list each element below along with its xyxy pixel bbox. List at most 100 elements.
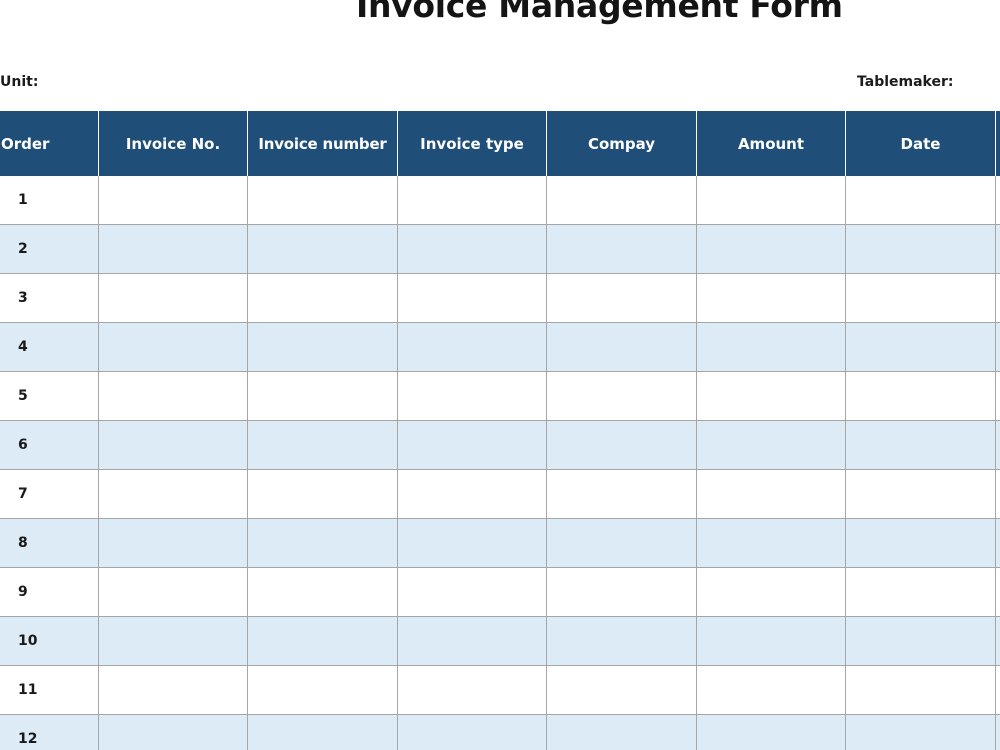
table-cell[interactable] (99, 617, 248, 666)
table-cell[interactable] (398, 617, 547, 666)
table-cell[interactable] (99, 519, 248, 568)
table-cell[interactable] (99, 470, 248, 519)
table-cell[interactable] (996, 568, 1000, 617)
table-cell[interactable] (697, 225, 846, 274)
table-cell[interactable] (846, 421, 996, 470)
table-cell[interactable] (99, 225, 248, 274)
table-cell[interactable] (248, 372, 398, 421)
table-cell[interactable] (547, 274, 697, 323)
table-row: 11 (0, 666, 1000, 715)
table-cell[interactable] (99, 372, 248, 421)
table-cell[interactable] (248, 225, 398, 274)
table-cell[interactable] (398, 470, 547, 519)
table-cell[interactable] (697, 323, 846, 372)
table-cell[interactable] (547, 323, 697, 372)
table-cell[interactable] (996, 666, 1000, 715)
table-cell[interactable] (547, 617, 697, 666)
table-cell[interactable] (248, 274, 398, 323)
table-cell[interactable] (846, 274, 996, 323)
table-cell[interactable] (398, 715, 547, 750)
table-cell[interactable] (398, 323, 547, 372)
table-cell[interactable] (398, 421, 547, 470)
table-cell[interactable] (996, 274, 1000, 323)
table-cell[interactable] (697, 568, 846, 617)
table-cell[interactable] (996, 715, 1000, 750)
table-cell[interactable] (99, 323, 248, 372)
table-cell[interactable] (398, 225, 547, 274)
table-cell[interactable] (99, 715, 248, 750)
tablemaker-label: Tablemaker: (857, 74, 954, 90)
table-cell[interactable] (846, 666, 996, 715)
invoice-table: Order Invoice No. Invoice number Invoice… (0, 111, 1000, 750)
table-cell[interactable] (547, 715, 697, 750)
order-cell: 10 (0, 617, 99, 666)
table-cell[interactable] (248, 176, 398, 225)
table-cell[interactable] (248, 323, 398, 372)
table-cell[interactable] (99, 421, 248, 470)
table-cell[interactable] (846, 225, 996, 274)
table-cell[interactable] (248, 470, 398, 519)
table-cell[interactable] (996, 225, 1000, 274)
table-cell[interactable] (697, 176, 846, 225)
table-header-row: Order Invoice No. Invoice number Invoice… (0, 111, 1000, 176)
table-cell[interactable] (996, 323, 1000, 372)
table-cell[interactable] (996, 372, 1000, 421)
table-cell[interactable] (547, 225, 697, 274)
table-cell[interactable] (99, 176, 248, 225)
order-cell: 5 (0, 372, 99, 421)
table-row: 1 (0, 176, 1000, 225)
table-cell[interactable] (996, 470, 1000, 519)
table-cell[interactable] (99, 568, 248, 617)
invoice-form-page: Invoice Management Form Unit: Tablemaker… (0, 0, 1000, 750)
table-cell[interactable] (697, 372, 846, 421)
table-row: 3 (0, 274, 1000, 323)
table-cell[interactable] (846, 519, 996, 568)
table-cell[interactable] (547, 421, 697, 470)
table-row: 10 (0, 617, 1000, 666)
table-cell[interactable] (248, 421, 398, 470)
table-cell[interactable] (996, 519, 1000, 568)
table-cell[interactable] (248, 568, 398, 617)
table-cell[interactable] (996, 176, 1000, 225)
table-cell[interactable] (846, 568, 996, 617)
table-cell[interactable] (846, 470, 996, 519)
table-cell[interactable] (697, 519, 846, 568)
table-cell[interactable] (697, 470, 846, 519)
table-cell[interactable] (697, 715, 846, 750)
table-cell[interactable] (996, 617, 1000, 666)
column-header-invoice-no: Invoice No. (99, 111, 248, 176)
table-cell[interactable] (398, 274, 547, 323)
table-cell[interactable] (996, 421, 1000, 470)
table-cell[interactable] (846, 176, 996, 225)
table-cell[interactable] (697, 666, 846, 715)
table-cell[interactable] (846, 715, 996, 750)
table-cell[interactable] (398, 372, 547, 421)
column-header-invoice-number: Invoice number (248, 111, 398, 176)
table-cell[interactable] (248, 519, 398, 568)
table-cell[interactable] (846, 372, 996, 421)
table-cell[interactable] (547, 470, 697, 519)
table-cell[interactable] (547, 666, 697, 715)
order-cell: 9 (0, 568, 99, 617)
table-cell[interactable] (99, 666, 248, 715)
table-cell[interactable] (547, 519, 697, 568)
table-cell[interactable] (547, 372, 697, 421)
table-cell[interactable] (398, 519, 547, 568)
table-cell[interactable] (547, 176, 697, 225)
table-cell[interactable] (248, 715, 398, 750)
table-cell[interactable] (398, 666, 547, 715)
table-cell[interactable] (697, 617, 846, 666)
table-cell[interactable] (398, 568, 547, 617)
order-cell: 3 (0, 274, 99, 323)
table-cell[interactable] (99, 274, 248, 323)
table-cell[interactable] (846, 323, 996, 372)
table-cell[interactable] (697, 421, 846, 470)
column-header-amount: Amount (697, 111, 846, 176)
table-cell[interactable] (846, 617, 996, 666)
table-cell[interactable] (248, 617, 398, 666)
table-cell[interactable] (398, 176, 547, 225)
column-header-order: Order (0, 111, 99, 176)
table-cell[interactable] (697, 274, 846, 323)
table-cell[interactable] (248, 666, 398, 715)
table-cell[interactable] (547, 568, 697, 617)
